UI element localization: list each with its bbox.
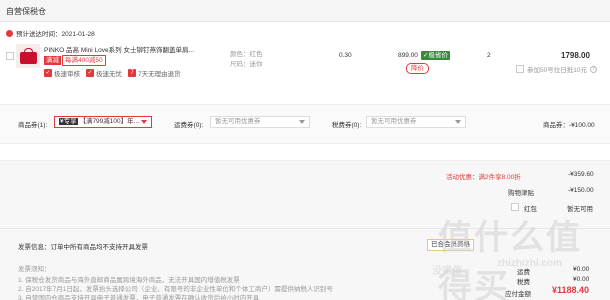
store-header: 自营保税仓 [0, 0, 610, 22]
check-icon: ✓ [86, 69, 94, 77]
product-color: 颜色：红色 [230, 51, 263, 58]
freight-coupon-label: 运费券(0): [174, 122, 204, 129]
return-icon: 7 [128, 69, 136, 77]
gift-checkbox[interactable] [516, 65, 524, 73]
goods-coupon-total: 商品券：-¥100.00 [543, 122, 595, 129]
question-icon: ? [589, 65, 597, 73]
tax-coupon-label: 税费券(0): [332, 122, 362, 129]
service-list: ✓ 极速审核 ✓ 极速无忧 7 7天无理由退货 [44, 68, 187, 78]
watermark-logo: 值什么值得买 [438, 219, 582, 300]
shopping-allowance-value: -¥150.00 [568, 187, 594, 194]
activity-discount-value: -¥359.60 [568, 171, 594, 178]
delivery-time: 预计送达时间：2021-01-28 [16, 31, 95, 38]
freight-coupon-select[interactable]: 暂无可用优惠券 [210, 116, 310, 128]
check-icon: ✓ [44, 69, 52, 77]
delivery-row: 预计送达时间：2021-01-28 [6, 28, 95, 38]
service-item: ✓ 极速审核 [44, 69, 80, 78]
chevron-down-icon [141, 120, 147, 124]
store-title: 自营保税仓 [6, 7, 46, 16]
gift-option[interactable]: 参加50号拉日抵10元 ? [516, 64, 597, 74]
goods-coupon-label: 商品券(1): [18, 122, 48, 129]
invoice-note: 3. 自营国内仓商品支持开具电子普通发票，电子普通发票在确认收货后给小时内开具 [18, 295, 260, 300]
clock-icon [6, 29, 13, 37]
product-subtotal: 1798.00 [561, 51, 590, 60]
watermark-url: zhizhizhi.com [497, 258, 562, 269]
promo: 满减 每满400减50 [44, 55, 106, 66]
watermark-small: 没得值 [432, 266, 462, 277]
service-item: 7 7天无理由退货 [128, 68, 181, 78]
invoice-notes-title: 发票须知： [18, 266, 51, 273]
promo-text: 每满400减50 [62, 55, 106, 66]
chevron-down-icon [455, 120, 461, 124]
product-row: PINKO 品高 Mini Love系列 女士铆钉燕饰翻盖单肩... 满减 每满4… [6, 42, 604, 88]
shopping-allowance-label: 购物津贴 [508, 190, 534, 197]
service-item: ✓ 极速无忧 [86, 69, 122, 78]
promo-tag: 满减 [44, 56, 61, 65]
invoice-title: 发票信息：订单中所有商品均不支持开具发票 [18, 244, 148, 251]
price-drop-button[interactable]: 降价 [406, 63, 429, 74]
activity-discount-label: 活动优惠：满2件享8.00折 [446, 174, 521, 181]
price-badge: ✓极省价 [421, 51, 450, 60]
chevron-down-icon [299, 120, 305, 124]
product-name[interactable]: PINKO 品高 Mini Love系列 女士铆钉燕饰翻盖单肩... [44, 44, 204, 54]
product-quantity: 2 [487, 52, 491, 59]
goods-coupon-select[interactable]: ¥专享 【满799减100】年... [54, 116, 152, 128]
tax-coupon-placeholder: 暂无可用优惠券 [371, 118, 417, 125]
product-size: 尺码：迷你 [230, 61, 263, 68]
product-weight: 0.30 [339, 52, 352, 59]
product-checkbox[interactable] [6, 52, 14, 60]
freight-coupon-placeholder: 暂无可用优惠券 [215, 118, 261, 125]
goods-coupon-badge: ¥专享 [59, 118, 78, 125]
product-price: 899.00 [398, 52, 418, 59]
tax-coupon-select[interactable]: 暂无可用优惠券 [366, 116, 466, 128]
goods-coupon-value: 【满799减100】年... [79, 118, 140, 125]
product-thumbnail[interactable] [16, 44, 40, 68]
